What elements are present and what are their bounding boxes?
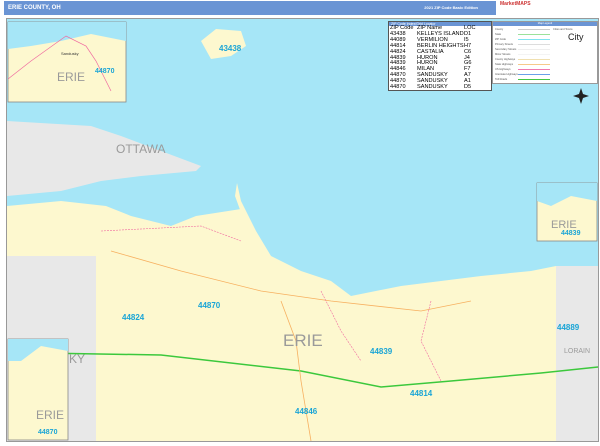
zip-table-row: 44870 SANDUSKY D5 — [389, 84, 491, 91]
legend-item-label: State — [495, 33, 502, 36]
legend-item-label: Primary Streets — [495, 43, 513, 46]
zip-label-44846: 44846 — [295, 407, 318, 416]
legend-swatch — [518, 73, 550, 76]
legend-item: Secondary Streets — [495, 48, 550, 51]
legend-swatch — [518, 63, 550, 66]
inset-tl-county-label: ERIE — [57, 70, 85, 84]
legend-item-label: US Highways — [495, 68, 511, 71]
map-title: ERIE COUNTY, OH — [8, 5, 61, 11]
legend-swatch — [518, 33, 550, 36]
legend-item-label: Minor Streets — [495, 53, 511, 56]
zip-label-44824: 44824 — [122, 313, 145, 322]
zip-label-44870: 44870 — [198, 301, 221, 310]
edition-label: 2021 ZIP Code Basic Edition — [424, 5, 478, 10]
title-bar: ERIE COUNTY, OH 2021 ZIP Code Basic Edit… — [4, 1, 496, 15]
inset-tl-zip-label: 44870 — [95, 68, 115, 75]
legend-swatch — [518, 43, 550, 46]
legend-item: Primary Streets — [495, 43, 550, 46]
legend-swatch — [518, 68, 550, 71]
legend-swatch — [518, 53, 550, 56]
legend-swatch — [518, 48, 550, 51]
lorain-county-label: LORAIN — [564, 348, 590, 355]
map-legend: Map Legend County State ZIP Code Primary St… — [492, 21, 598, 84]
zip-label-44839: 44839 — [370, 347, 393, 356]
inset-bl-county-label: ERIE — [36, 408, 64, 422]
zip-index-table: ZIP Code Index/Grid Locator ZIP Code ZIP… — [388, 21, 492, 91]
legend-item-label: Interstate Highways — [495, 73, 518, 76]
zip-label-44889: 44889 — [557, 323, 580, 332]
legend-item: Minor Streets — [495, 53, 550, 56]
inset-top-left[interactable]: Sandusky ERIE 44870 — [7, 21, 127, 103]
huron-county-label: KY — [69, 352, 85, 366]
legend-item: US Highways — [495, 68, 550, 71]
inset-tr-zip-label: 44839 — [561, 230, 581, 237]
legend-item-label: County Highways — [495, 58, 516, 61]
legend-item: County Highways — [495, 58, 550, 61]
legend-item-label: State Highways — [495, 63, 514, 66]
inset-bl-zip-label: 44870 — [38, 429, 58, 436]
zip-table-cell: D5 — [464, 84, 472, 91]
legend-item: Toll Roads — [495, 78, 550, 81]
inset-bottom-left[interactable]: ERIE 44870 — [7, 338, 69, 441]
cities-title: Cities and Towns — [553, 28, 573, 31]
ottawa-county-label: OTTAWA — [116, 142, 166, 156]
legend-item-label: ZIP Code — [495, 38, 506, 41]
sandusky-city-label: Sandusky — [61, 51, 79, 56]
legend-swatch — [518, 38, 550, 41]
legend-item-label: Secondary Streets — [495, 48, 517, 51]
publisher-logo: MarketMAPS — [500, 1, 531, 7]
legend-item: County — [495, 28, 550, 31]
city-sample: City — [568, 32, 584, 42]
zip-table-cell: 44870 — [390, 84, 406, 91]
legend-item: Interstate Highways — [495, 73, 550, 76]
inset-top-right[interactable]: ERIE 44839 — [536, 182, 598, 242]
legend-item-label: Toll Roads — [495, 78, 508, 81]
zip-label-43438: 43438 — [219, 44, 242, 53]
zip-table-cell: SANDUSKY — [417, 84, 448, 91]
legend-item: ZIP Code — [495, 38, 550, 41]
legend-item: State Highways — [495, 63, 550, 66]
legend-swatch — [518, 78, 550, 81]
legend-swatch — [518, 58, 550, 61]
legend-item-label: County — [495, 28, 504, 31]
legend-caption: Map Legend — [493, 22, 597, 26]
zip-label-44814: 44814 — [410, 389, 433, 398]
erie-county-label: ERIE — [283, 331, 323, 350]
legend-swatch — [518, 28, 550, 31]
legend-item: State — [495, 33, 550, 36]
